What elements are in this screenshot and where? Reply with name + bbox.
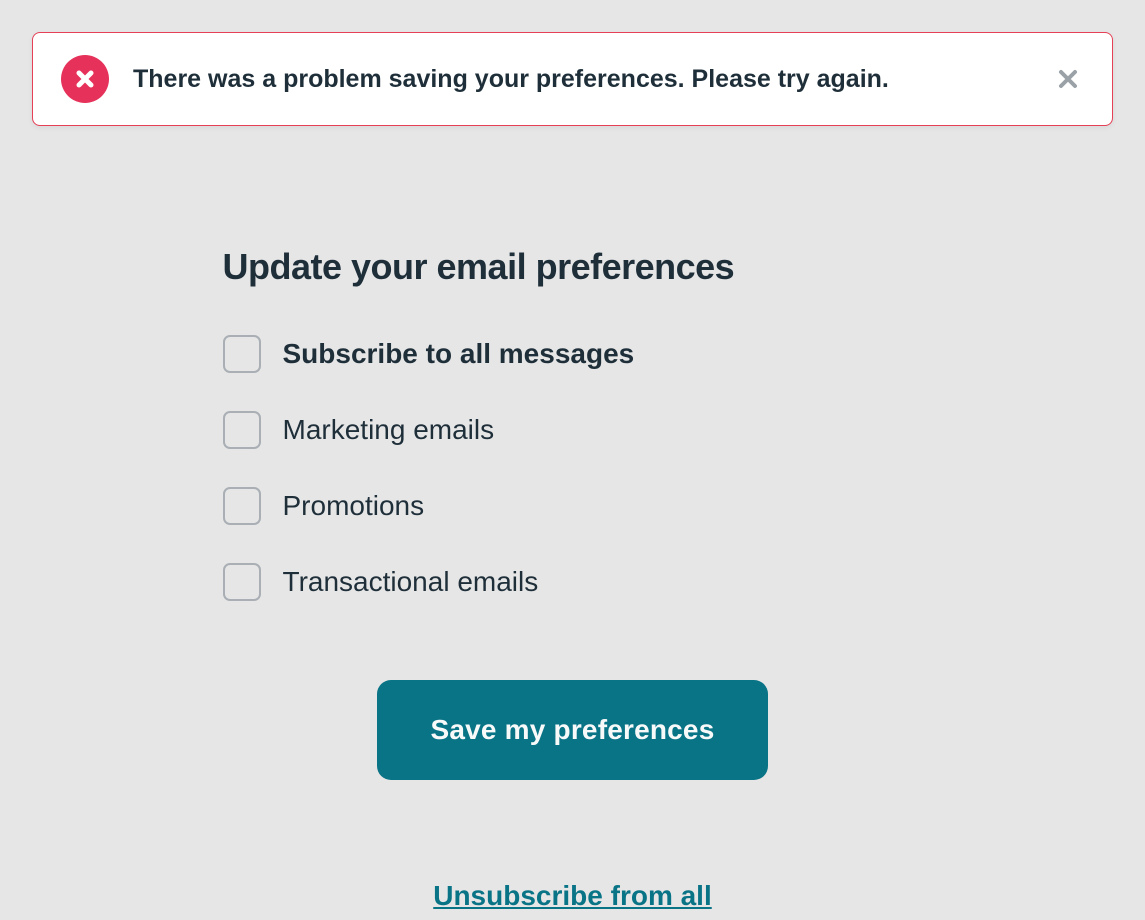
page-title: Update your email preferences [223, 246, 923, 288]
unsubscribe-all-link[interactable]: Unsubscribe from all [433, 880, 712, 912]
option-transactional[interactable]: Transactional emails [223, 544, 923, 620]
save-button[interactable]: Save my preferences [377, 680, 769, 780]
preferences-panel: Update your email preferences Subscribe … [223, 246, 923, 912]
error-circle-icon [61, 55, 109, 103]
close-icon [1056, 67, 1080, 91]
checkbox[interactable] [223, 487, 261, 525]
option-label: Subscribe to all messages [283, 337, 635, 371]
alert-close-button[interactable] [1052, 63, 1084, 95]
option-label: Marketing emails [283, 413, 495, 447]
option-label: Transactional emails [283, 565, 539, 599]
option-promotions[interactable]: Promotions [223, 468, 923, 544]
checkbox[interactable] [223, 335, 261, 373]
alert-message: There was a problem saving your preferen… [133, 63, 1028, 96]
checkbox[interactable] [223, 411, 261, 449]
option-subscribe-all[interactable]: Subscribe to all messages [223, 316, 923, 392]
option-marketing[interactable]: Marketing emails [223, 392, 923, 468]
checkbox[interactable] [223, 563, 261, 601]
actions: Save my preferences Unsubscribe from all [223, 680, 923, 912]
error-alert: There was a problem saving your preferen… [32, 32, 1113, 126]
option-label: Promotions [283, 489, 425, 523]
